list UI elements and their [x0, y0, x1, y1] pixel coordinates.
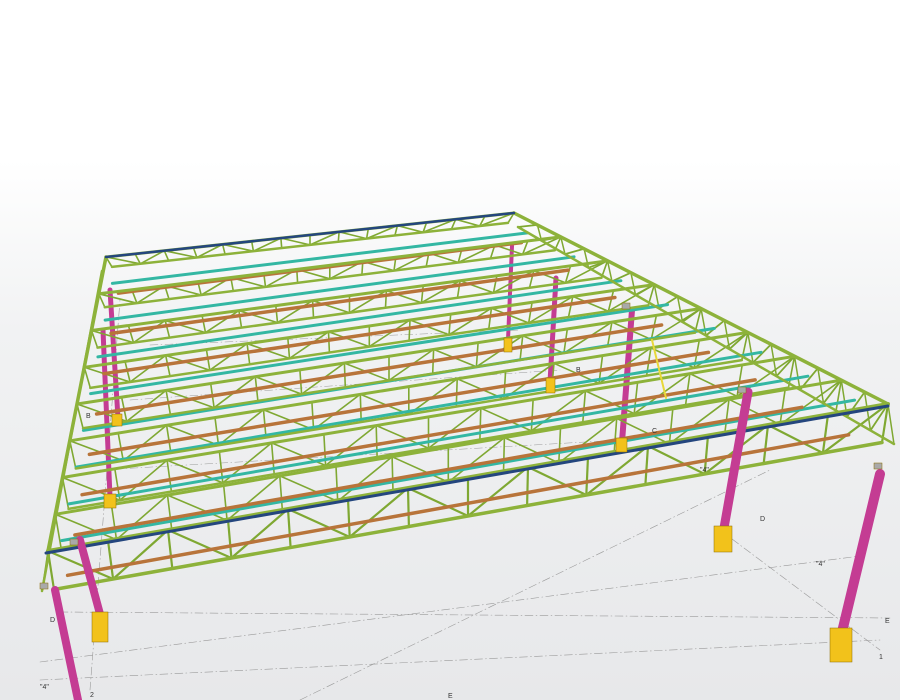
purlin-brown[interactable]: [73, 405, 804, 537]
grid-label-2: 2: [90, 692, 94, 699]
truss-web[interactable]: [98, 292, 138, 305]
column-base-plate[interactable]: [103, 493, 117, 509]
truss-bottom-chord[interactable]: [67, 386, 790, 511]
truss-web[interactable]: [448, 313, 452, 336]
column-base-plate[interactable]: [91, 611, 109, 643]
grid-label-d-right: D: [760, 516, 765, 523]
truss-web[interactable]: [110, 503, 118, 541]
steel-structure-model[interactable]: B B C D D E E 1 2 "4" "4" "4": [0, 0, 900, 700]
truss-web[interactable]: [250, 240, 255, 252]
truss-web[interactable]: [286, 507, 292, 549]
truss-web[interactable]: [762, 423, 770, 465]
grid-label-b-mid: B: [576, 367, 581, 374]
truss-web[interactable]: [408, 319, 411, 342]
column-base-plate[interactable]: [615, 437, 628, 453]
column[interactable]: [837, 469, 885, 637]
truss-web[interactable]: [165, 424, 172, 454]
edge-truss-web[interactable]: [747, 331, 754, 364]
truss-web[interactable]: [163, 249, 198, 259]
grid-line: [59, 611, 891, 619]
truss-web[interactable]: [222, 484, 228, 522]
gusset-plate[interactable]: [621, 302, 631, 310]
column[interactable]: [76, 536, 104, 618]
truss-web[interactable]: [644, 444, 650, 486]
dimension-label-c: "4": [700, 467, 709, 474]
column[interactable]: [51, 586, 82, 700]
dimension-label-b: "4": [816, 561, 825, 568]
grid-label-1: 1: [879, 654, 883, 661]
truss-web[interactable]: [456, 279, 461, 299]
truss-web[interactable]: [105, 256, 142, 265]
column-base-plate[interactable]: [713, 525, 733, 553]
gusset-plate[interactable]: [873, 462, 883, 470]
truss-web[interactable]: [779, 388, 786, 426]
truss-top-chord[interactable]: [97, 235, 563, 296]
grid-label-e-right: E: [885, 618, 890, 625]
truss-web[interactable]: [106, 539, 115, 581]
truss-web[interactable]: [127, 324, 135, 344]
truss-web[interactable]: [557, 427, 562, 464]
truss-web[interactable]: [346, 497, 351, 539]
truss-top-chord[interactable]: [68, 330, 750, 443]
truss-web[interactable]: [166, 494, 173, 531]
truss-web[interactable]: [492, 274, 498, 294]
edge-truss-web[interactable]: [793, 355, 801, 391]
truss-web[interactable]: [668, 408, 674, 445]
truss-web[interactable]: [335, 465, 339, 503]
truss-web[interactable]: [479, 407, 482, 441]
truss-web[interactable]: [633, 381, 639, 415]
column-base-plate[interactable]: [503, 337, 513, 353]
truss-web[interactable]: [821, 413, 830, 455]
truss-web[interactable]: [684, 372, 691, 406]
column-base-plate[interactable]: [111, 413, 123, 427]
dimension-label-a: "4": [40, 684, 49, 691]
truss-web[interactable]: [585, 455, 590, 497]
grid-label-c-mid: C: [652, 428, 657, 435]
grid-label-e-bottom: E: [448, 693, 453, 700]
truss-web[interactable]: [238, 309, 243, 329]
truss-web[interactable]: [581, 390, 587, 424]
grid-label-d-left: D: [50, 617, 55, 624]
gusset-plate[interactable]: [39, 582, 49, 590]
column-base-plate[interactable]: [545, 377, 556, 394]
truss-web[interactable]: [214, 416, 220, 447]
truss-web[interactable]: [502, 436, 506, 474]
truss-web[interactable]: [226, 518, 233, 560]
truss-web[interactable]: [164, 319, 171, 339]
truss-web[interactable]: [274, 304, 279, 324]
edge-truss-web[interactable]: [564, 247, 585, 256]
truss-web[interactable]: [327, 330, 331, 354]
truss-web[interactable]: [530, 398, 534, 432]
edge-truss-web[interactable]: [887, 403, 895, 445]
truss-web[interactable]: [391, 455, 394, 493]
edge-truss-web[interactable]: [817, 367, 825, 405]
truss-web[interactable]: [278, 475, 284, 512]
truss-web[interactable]: [527, 301, 533, 324]
gusset-plate[interactable]: [737, 386, 747, 394]
column-base-plate[interactable]: [829, 627, 853, 663]
grid-label-b-left: B: [86, 413, 91, 420]
truss-web[interactable]: [420, 284, 425, 304]
truss-web[interactable]: [117, 432, 125, 462]
truss-web[interactable]: [192, 246, 198, 259]
truss-web[interactable]: [487, 307, 493, 330]
truss-web[interactable]: [166, 528, 174, 570]
truss-web[interactable]: [384, 289, 388, 309]
truss-web[interactable]: [201, 314, 207, 334]
truss-web[interactable]: [723, 398, 730, 436]
truss-web[interactable]: [311, 299, 315, 319]
purlin-brown[interactable]: [109, 268, 570, 336]
gusset-plate[interactable]: [69, 538, 79, 546]
truss-web[interactable]: [286, 336, 291, 360]
3d-model-viewport[interactable]: B B C D D E E 1 2 "4" "4" "4": [0, 0, 900, 700]
truss-web[interactable]: [406, 486, 410, 528]
truss-web[interactable]: [525, 465, 530, 507]
